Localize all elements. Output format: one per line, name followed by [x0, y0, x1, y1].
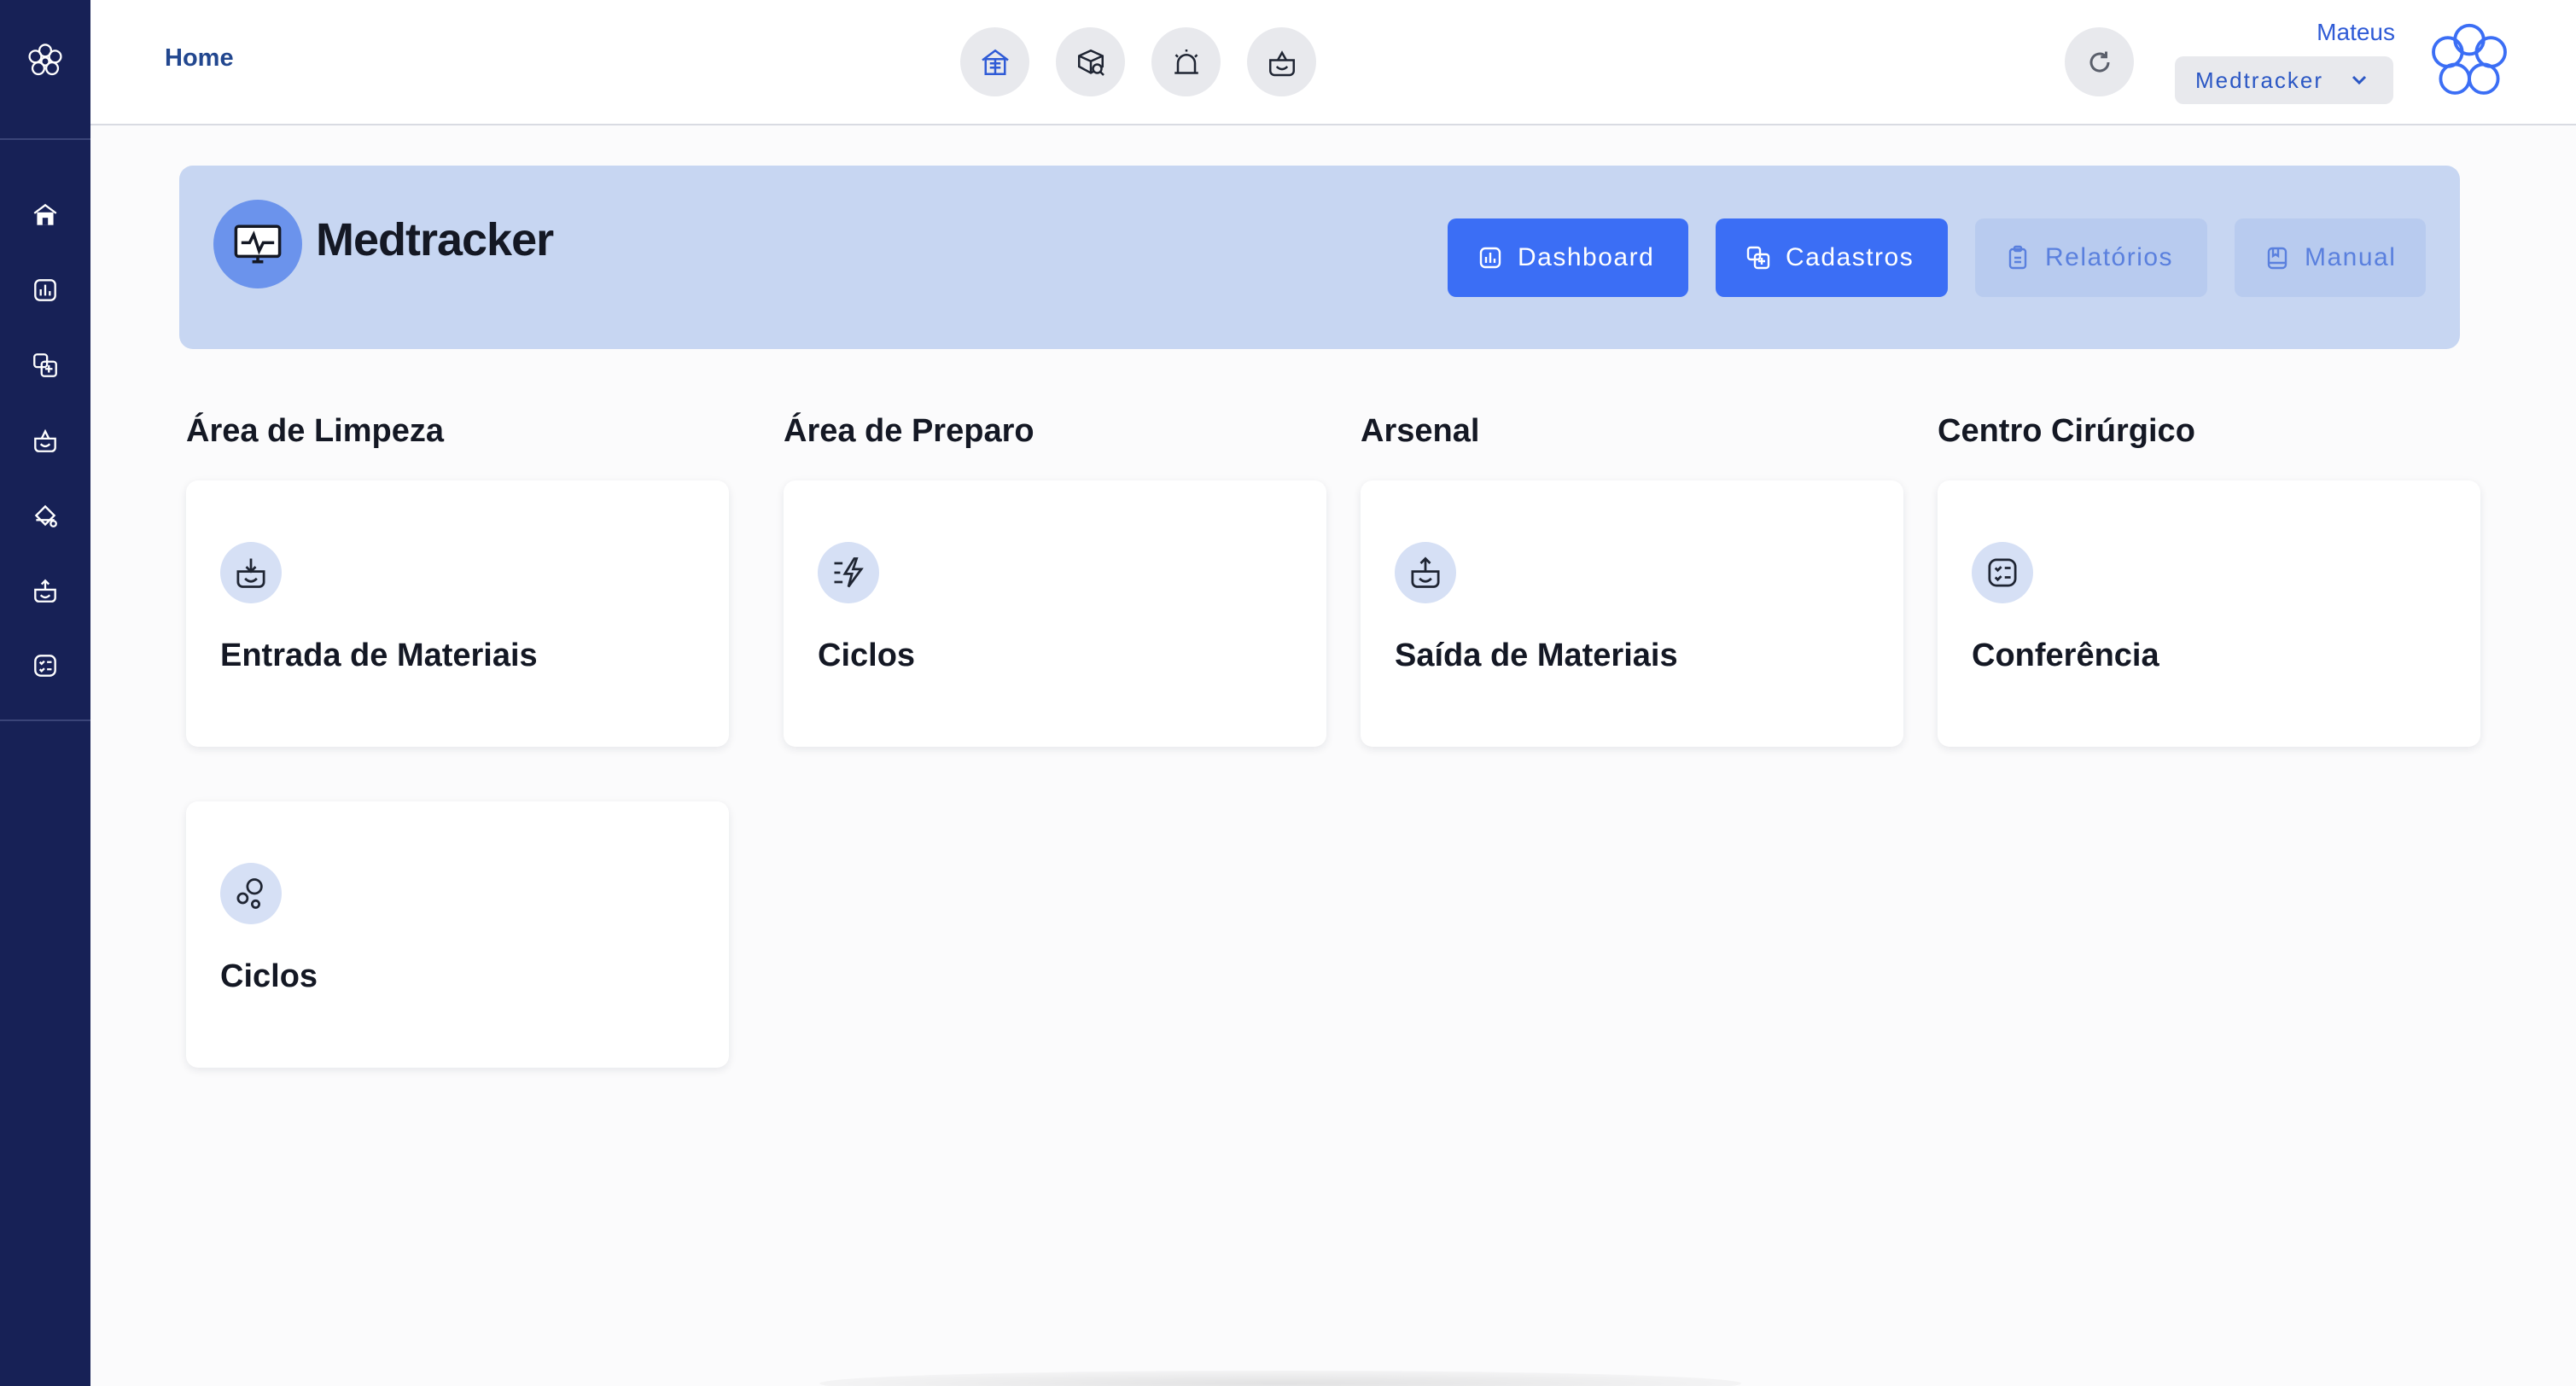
- home-icon: [981, 49, 1009, 75]
- clipboard-icon: [2008, 245, 2027, 270]
- card-label: Entrada de Materiais: [220, 638, 538, 673]
- user-name: Mateus: [2317, 19, 2395, 45]
- cadastros-icon: [1746, 246, 1770, 270]
- cadastros-button-label: Cadastros: [1786, 243, 1915, 271]
- chevron-down-icon: [2352, 75, 2367, 85]
- top-header: Home Mateus Medtracker: [90, 0, 2576, 125]
- refresh-button[interactable]: [2065, 27, 2134, 96]
- sidebar-item-arsenal[interactable]: [0, 561, 90, 620]
- manual-button-label: Manual: [2305, 243, 2397, 271]
- card-ciclos-preparo[interactable]: Ciclos: [784, 480, 1326, 747]
- tray-icon: [1268, 50, 1295, 76]
- card-entrada-de-materiais[interactable]: Entrada de Materiais: [186, 480, 729, 747]
- card-label: Ciclos: [818, 638, 916, 673]
- bubbles-icon: [236, 878, 263, 909]
- basket-icon: [34, 428, 56, 452]
- app-title: Medtracker: [316, 214, 554, 265]
- section-title-arsenal: Arsenal: [1361, 413, 1480, 449]
- card-label: Conferência: [1972, 638, 2159, 673]
- spray-icon: [34, 504, 57, 527]
- card-ciclos-limpeza[interactable]: Ciclos: [186, 801, 729, 1068]
- relatorios-button-label: Relatórios: [2045, 243, 2174, 271]
- section-title-preparo: Área de Preparo: [784, 413, 1034, 449]
- lightning-lines-icon: [834, 557, 864, 588]
- app-logo: [213, 200, 302, 288]
- tray-upload-icon: [1411, 556, 1440, 588]
- relatorios-button[interactable]: Relatórios: [1975, 218, 2207, 297]
- sidebar-item-limpeza[interactable]: [0, 411, 90, 470]
- dashboard-button-label: Dashboard: [1518, 243, 1655, 271]
- refresh-icon: [2089, 51, 2110, 73]
- avatar[interactable]: [2422, 15, 2516, 109]
- bottom-shadow: [819, 1371, 1741, 1386]
- section-title-centro-cirurgico: Centro Cirúrgico: [1938, 413, 2195, 449]
- sidebar-item-cadastros[interactable]: [0, 335, 90, 395]
- checklist-icon: [1988, 558, 2017, 587]
- tray-upload-icon: [34, 579, 56, 603]
- card-icon: [1972, 542, 2033, 603]
- dashboard-button[interactable]: Dashboard: [1448, 218, 1688, 297]
- card-icon: [818, 542, 879, 603]
- organization-select[interactable]: Medtracker: [2175, 56, 2393, 104]
- chart-icon: [1479, 247, 1501, 269]
- quick-home-button[interactable]: [960, 27, 1029, 96]
- home-icon: [33, 203, 57, 225]
- sidebar-divider: [0, 719, 90, 721]
- card-label: Ciclos: [220, 958, 318, 994]
- sidebar-item-preparo[interactable]: [0, 486, 90, 545]
- section-title-limpeza: Área de Limpeza: [186, 413, 444, 449]
- card-label: Saída de Materiais: [1395, 638, 1678, 673]
- cadastros-button[interactable]: Cadastros: [1716, 218, 1948, 297]
- card-icon: [220, 542, 282, 603]
- chart-icon: [34, 279, 56, 301]
- breadcrumb-home[interactable]: Home: [165, 44, 234, 73]
- book-icon: [2267, 247, 2288, 270]
- card-icon: [220, 863, 282, 924]
- sidebar-item-conferencia[interactable]: [0, 636, 90, 696]
- manual-button[interactable]: Manual: [2235, 218, 2426, 297]
- flower-logo-icon: [28, 44, 62, 76]
- cadastros-icon: [33, 353, 57, 377]
- flower-logo-icon: [2432, 23, 2507, 95]
- tray-download-icon: [236, 558, 265, 588]
- quick-alarm-button[interactable]: [1151, 27, 1221, 96]
- card-icon: [1395, 542, 1456, 603]
- quick-tray-button[interactable]: [1247, 27, 1316, 96]
- app-banner: Medtracker Dashboard Cadastros Relatório…: [179, 166, 2460, 349]
- sidebar: [0, 0, 90, 1386]
- checklist-icon: [34, 655, 56, 677]
- card-conferencia[interactable]: Conferência: [1938, 480, 2480, 747]
- sidebar-logo[interactable]: [0, 0, 90, 123]
- sidebar-divider: [0, 138, 90, 140]
- sidebar-item-dashboard[interactable]: [0, 260, 90, 320]
- sidebar-item-home[interactable]: [0, 185, 90, 245]
- monitor-pulse-icon: [234, 224, 282, 264]
- organization-select-value: Medtracker: [2195, 67, 2324, 93]
- card-saida-de-materiais[interactable]: Saída de Materiais: [1361, 480, 1903, 747]
- quick-search-material-button[interactable]: [1056, 27, 1125, 96]
- box-search-icon: [1077, 49, 1104, 76]
- alarm-icon: [1174, 49, 1198, 74]
